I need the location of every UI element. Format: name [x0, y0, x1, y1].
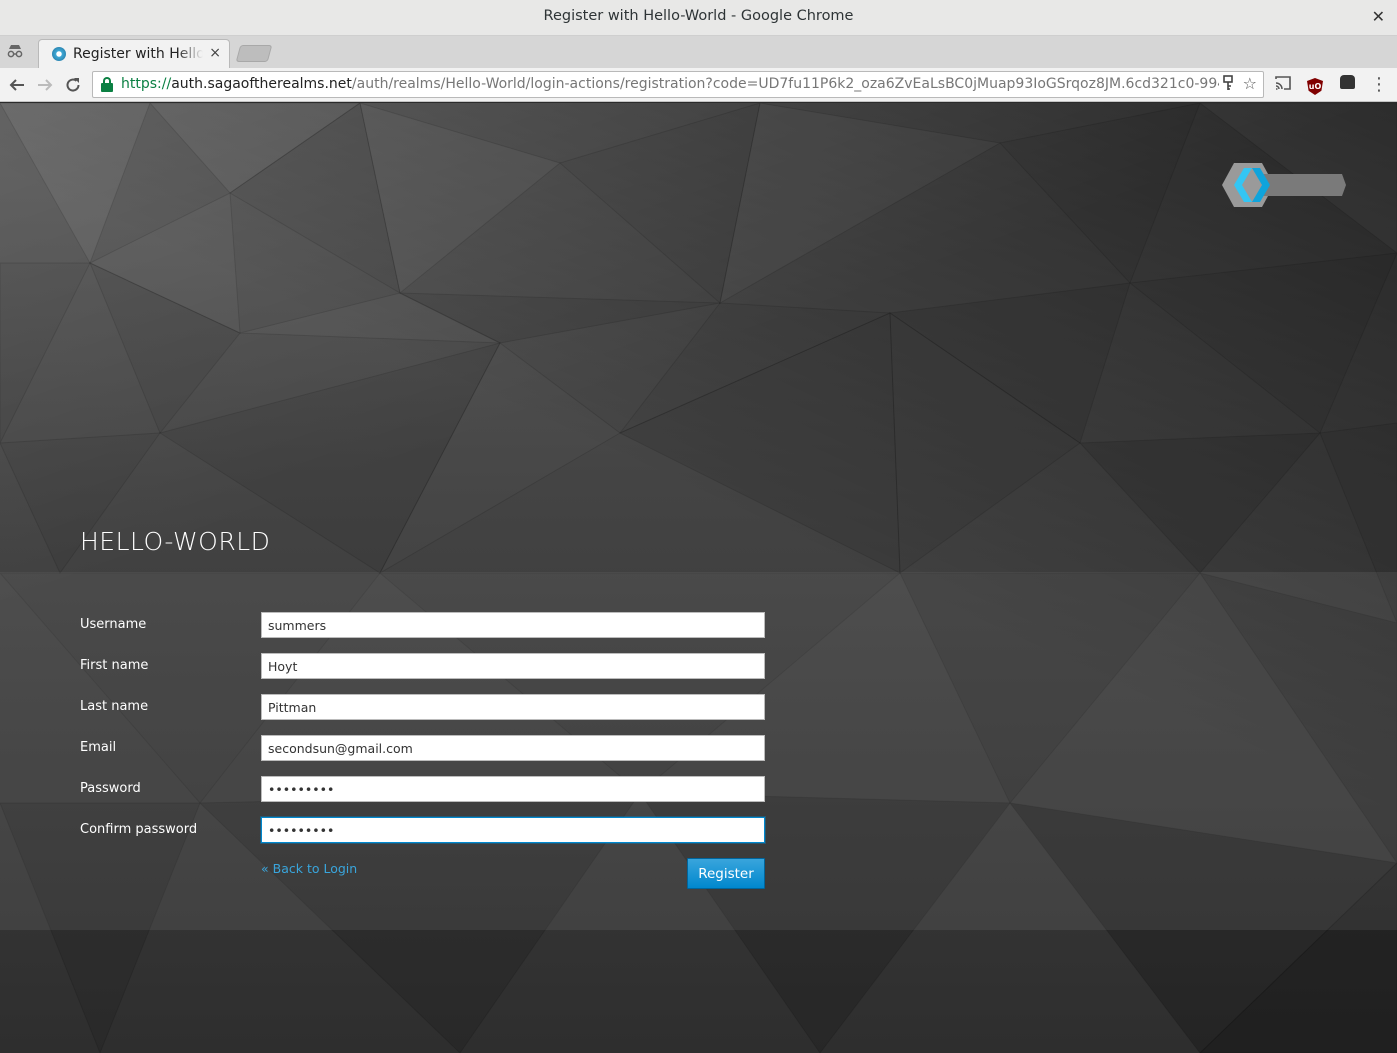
last-name-field[interactable]: [261, 694, 765, 720]
first-name-field[interactable]: [261, 653, 765, 679]
password-label: Password: [80, 781, 141, 796]
forward-icon[interactable]: [33, 73, 57, 97]
url-scheme: https://: [121, 76, 172, 92]
tab-strip: Register with Hello-World ×: [0, 36, 1397, 68]
last-name-label: Last name: [80, 699, 149, 714]
star-icon[interactable]: ☆: [1243, 74, 1257, 93]
window-close-icon[interactable]: ✕: [1372, 7, 1385, 26]
keycloak-logo: [1222, 160, 1346, 210]
key-icon[interactable]: [1223, 75, 1233, 95]
browser-toolbar: https://auth.sagaoftherealms.net/auth/re…: [0, 68, 1397, 102]
menu-icon[interactable]: ⋮: [1369, 75, 1389, 95]
confirm-password-field[interactable]: [261, 817, 765, 843]
tab-close-icon[interactable]: ×: [209, 45, 221, 61]
back-icon[interactable]: [5, 73, 29, 97]
tab-title: Register with Hello-World: [73, 46, 203, 62]
url-path: /auth/realms/Hello-World/login-actions/r…: [351, 76, 1219, 92]
email-row: Email: [80, 735, 766, 761]
first-name-row: First name: [80, 653, 766, 679]
lock-icon[interactable]: [101, 77, 113, 92]
ublock-icon[interactable]: uO: [1305, 75, 1325, 95]
username-field[interactable]: [261, 612, 765, 638]
username-label: Username: [80, 617, 147, 632]
favicon-icon: [52, 47, 66, 61]
url-host: auth.sagaoftherealms.net: [171, 76, 352, 92]
address-bar[interactable]: https://auth.sagaoftherealms.net/auth/re…: [92, 71, 1264, 98]
confirm-password-row: Confirm password: [80, 817, 766, 843]
new-tab-button[interactable]: [235, 45, 273, 62]
email-label: Email: [80, 740, 117, 755]
confirm-password-label: Confirm password: [80, 822, 198, 837]
window-title: Register with Hello-World - Google Chrom…: [543, 8, 854, 24]
username-row: Username: [80, 612, 766, 638]
password-row: Password: [80, 776, 766, 802]
email-field[interactable]: [261, 735, 765, 761]
back-to-login-link[interactable]: « Back to Login: [261, 861, 357, 876]
window-titlebar: Register with Hello-World - Google Chrom…: [0, 0, 1397, 36]
incognito-icon: [6, 42, 26, 62]
first-name-label: First name: [80, 658, 149, 673]
realm-title: HELLO-WORLD: [80, 527, 271, 556]
ghostery-icon[interactable]: [1337, 75, 1357, 95]
tab-register[interactable]: Register with Hello-World ×: [38, 39, 230, 68]
url-text[interactable]: https://auth.sagaoftherealms.net/auth/re…: [121, 76, 1219, 92]
cast-icon[interactable]: [1273, 75, 1293, 95]
page-content: HELLO-WORLD: [0, 103, 1397, 1053]
reload-icon[interactable]: [61, 73, 85, 97]
register-button[interactable]: Register: [687, 858, 765, 889]
password-field[interactable]: [261, 776, 765, 802]
last-name-row: Last name: [80, 694, 766, 720]
